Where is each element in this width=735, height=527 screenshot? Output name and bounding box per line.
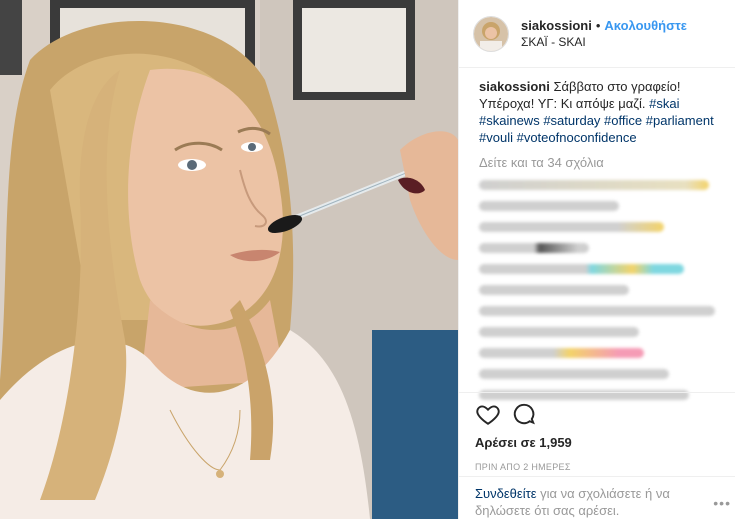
comment-row-blurred <box>479 262 715 276</box>
login-link[interactable]: Συνδεθείτε <box>475 486 537 501</box>
action-icons <box>475 399 719 429</box>
instagram-post: siakossioni • Ακολουθήστε ΣΚΑΪ - SKAI si… <box>0 0 735 519</box>
caption-username[interactable]: siakossioni <box>479 79 550 94</box>
view-all-comments-link[interactable]: Δείτε και τα 34 σχόλια <box>479 154 715 171</box>
post-photo[interactable] <box>0 0 458 519</box>
hashtag-link[interactable]: #voteofnoconfidence <box>517 130 637 145</box>
location-link[interactable]: ΣΚΑΪ - SKAI <box>521 34 687 51</box>
comment-row-blurred <box>479 346 715 360</box>
likes-count[interactable]: Αρέσει σε 1,959 <box>475 435 719 450</box>
post-header: siakossioni • Ακολουθήστε ΣΚΑΪ - SKAI <box>459 0 735 68</box>
post-timestamp: ΠΡΙΝ ΑΠΟ 2 ΗΜΕΡΕΣ <box>475 462 571 472</box>
comment-row-blurred <box>479 241 715 255</box>
comment-row-blurred <box>479 178 715 192</box>
comment-icon[interactable] <box>511 401 537 427</box>
hashtag-link[interactable]: #office <box>604 113 642 128</box>
caption: siakossioni Σάββατο στο γραφείο! Υπέροχα… <box>479 78 715 146</box>
hashtag-link[interactable]: #parliament <box>646 113 714 128</box>
comments-section: siakossioni Σάββατο στο γραφείο! Υπέροχα… <box>459 68 735 402</box>
follow-button[interactable]: Ακολουθήστε <box>604 17 687 34</box>
comment-row-blurred <box>479 199 715 213</box>
comment-row-blurred <box>479 325 715 339</box>
hashtag-link[interactable]: #vouli <box>479 130 513 145</box>
hashtag-link[interactable]: #skai <box>649 96 679 111</box>
action-bar: Αρέσει σε 1,959 ΠΡΙΝ ΑΠΟ 2 ΗΜΕΡΕΣ <box>459 392 735 472</box>
hashtag-link[interactable]: #saturday <box>543 113 600 128</box>
header-text: siakossioni • Ακολουθήστε ΣΚΑΪ - SKAI <box>521 17 687 51</box>
more-options-icon[interactable]: ••• <box>713 495 731 511</box>
username-link[interactable]: siakossioni <box>521 17 592 34</box>
separator-dot: • <box>595 17 601 33</box>
photo-illustration <box>0 0 458 519</box>
comment-row-blurred <box>479 220 715 234</box>
avatar[interactable] <box>473 15 509 52</box>
comment-row-blurred <box>479 367 715 381</box>
comment-row-blurred <box>479 304 715 318</box>
post-sidebar: siakossioni • Ακολουθήστε ΣΚΑΪ - SKAI si… <box>458 0 735 519</box>
heart-icon[interactable] <box>475 401 501 427</box>
login-prompt: Συνδεθείτε για να σχολιάσετε ή να δηλώσε… <box>459 476 735 527</box>
hashtag-link[interactable]: #skainews <box>479 113 540 128</box>
comment-row-blurred <box>479 283 715 297</box>
header-line: siakossioni • Ακολουθήστε <box>521 17 687 34</box>
